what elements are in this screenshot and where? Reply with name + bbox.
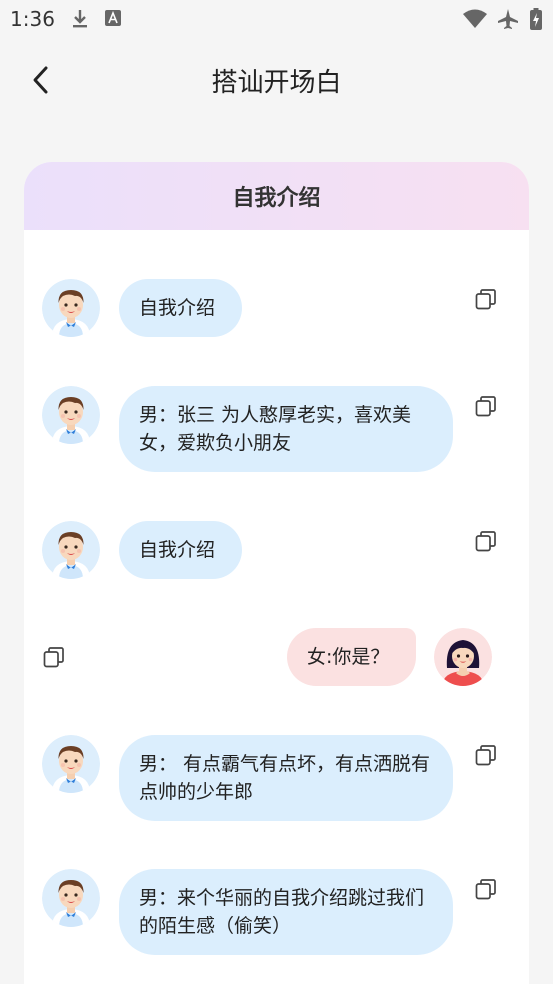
copy-icon[interactable] <box>42 645 66 669</box>
female-avatar <box>434 628 492 686</box>
male-avatar <box>42 386 100 444</box>
card-title: 自我介绍 <box>232 186 321 211</box>
card-header: 自我介绍 <box>24 162 529 230</box>
copy-icon[interactable] <box>474 287 498 311</box>
wifi-icon <box>463 9 487 28</box>
status-time: 1:36 <box>10 7 55 31</box>
download-icon <box>73 10 87 28</box>
conversation-card: 自我介绍 自我介绍 男：张三 为人憨厚老实，喜欢美女，爱欺负小朋友 自我介绍 女… <box>24 162 529 984</box>
message-bubble[interactable]: 自我介绍 <box>119 279 242 337</box>
copy-icon[interactable] <box>474 877 498 901</box>
page-title: 搭讪开场白 <box>211 68 342 98</box>
message-bubble[interactable]: 男：来个华丽的自我介绍跳过我们的陌生感（偷笑） <box>119 869 453 955</box>
message-bubble[interactable]: 女:你是？ <box>287 628 416 686</box>
male-avatar <box>42 279 100 337</box>
header: 搭讪开场白 <box>0 50 553 110</box>
message-item: 女:你是？ <box>24 606 529 686</box>
message-bubble[interactable]: 男： 有点霸气有点坏，有点洒脱有点帅的少年郎 <box>119 735 453 821</box>
male-avatar <box>42 869 100 927</box>
copy-icon[interactable] <box>474 529 498 553</box>
status-bar: 1:36 <box>0 0 553 38</box>
message-item: 自我介绍 <box>24 257 529 337</box>
battery-charging-icon <box>530 8 542 30</box>
airplane-icon <box>498 9 518 29</box>
message-item: 自我介绍 <box>24 499 529 579</box>
copy-icon[interactable] <box>474 743 498 767</box>
message-item: 男： 有点霸气有点坏，有点洒脱有点帅的少年郎 <box>24 713 529 821</box>
copy-icon[interactable] <box>474 394 498 418</box>
message-bubble[interactable]: 男：张三 为人憨厚老实，喜欢美女，爱欺负小朋友 <box>119 386 453 472</box>
male-avatar <box>42 521 100 579</box>
male-avatar <box>42 735 100 793</box>
message-item: 男：来个华丽的自我介绍跳过我们的陌生感（偷笑） <box>24 847 529 955</box>
font-a-icon <box>105 10 121 26</box>
message-item: 男：张三 为人憨厚老实，喜欢美女，爱欺负小朋友 <box>24 364 529 482</box>
message-bubble[interactable]: 自我介绍 <box>119 521 242 579</box>
